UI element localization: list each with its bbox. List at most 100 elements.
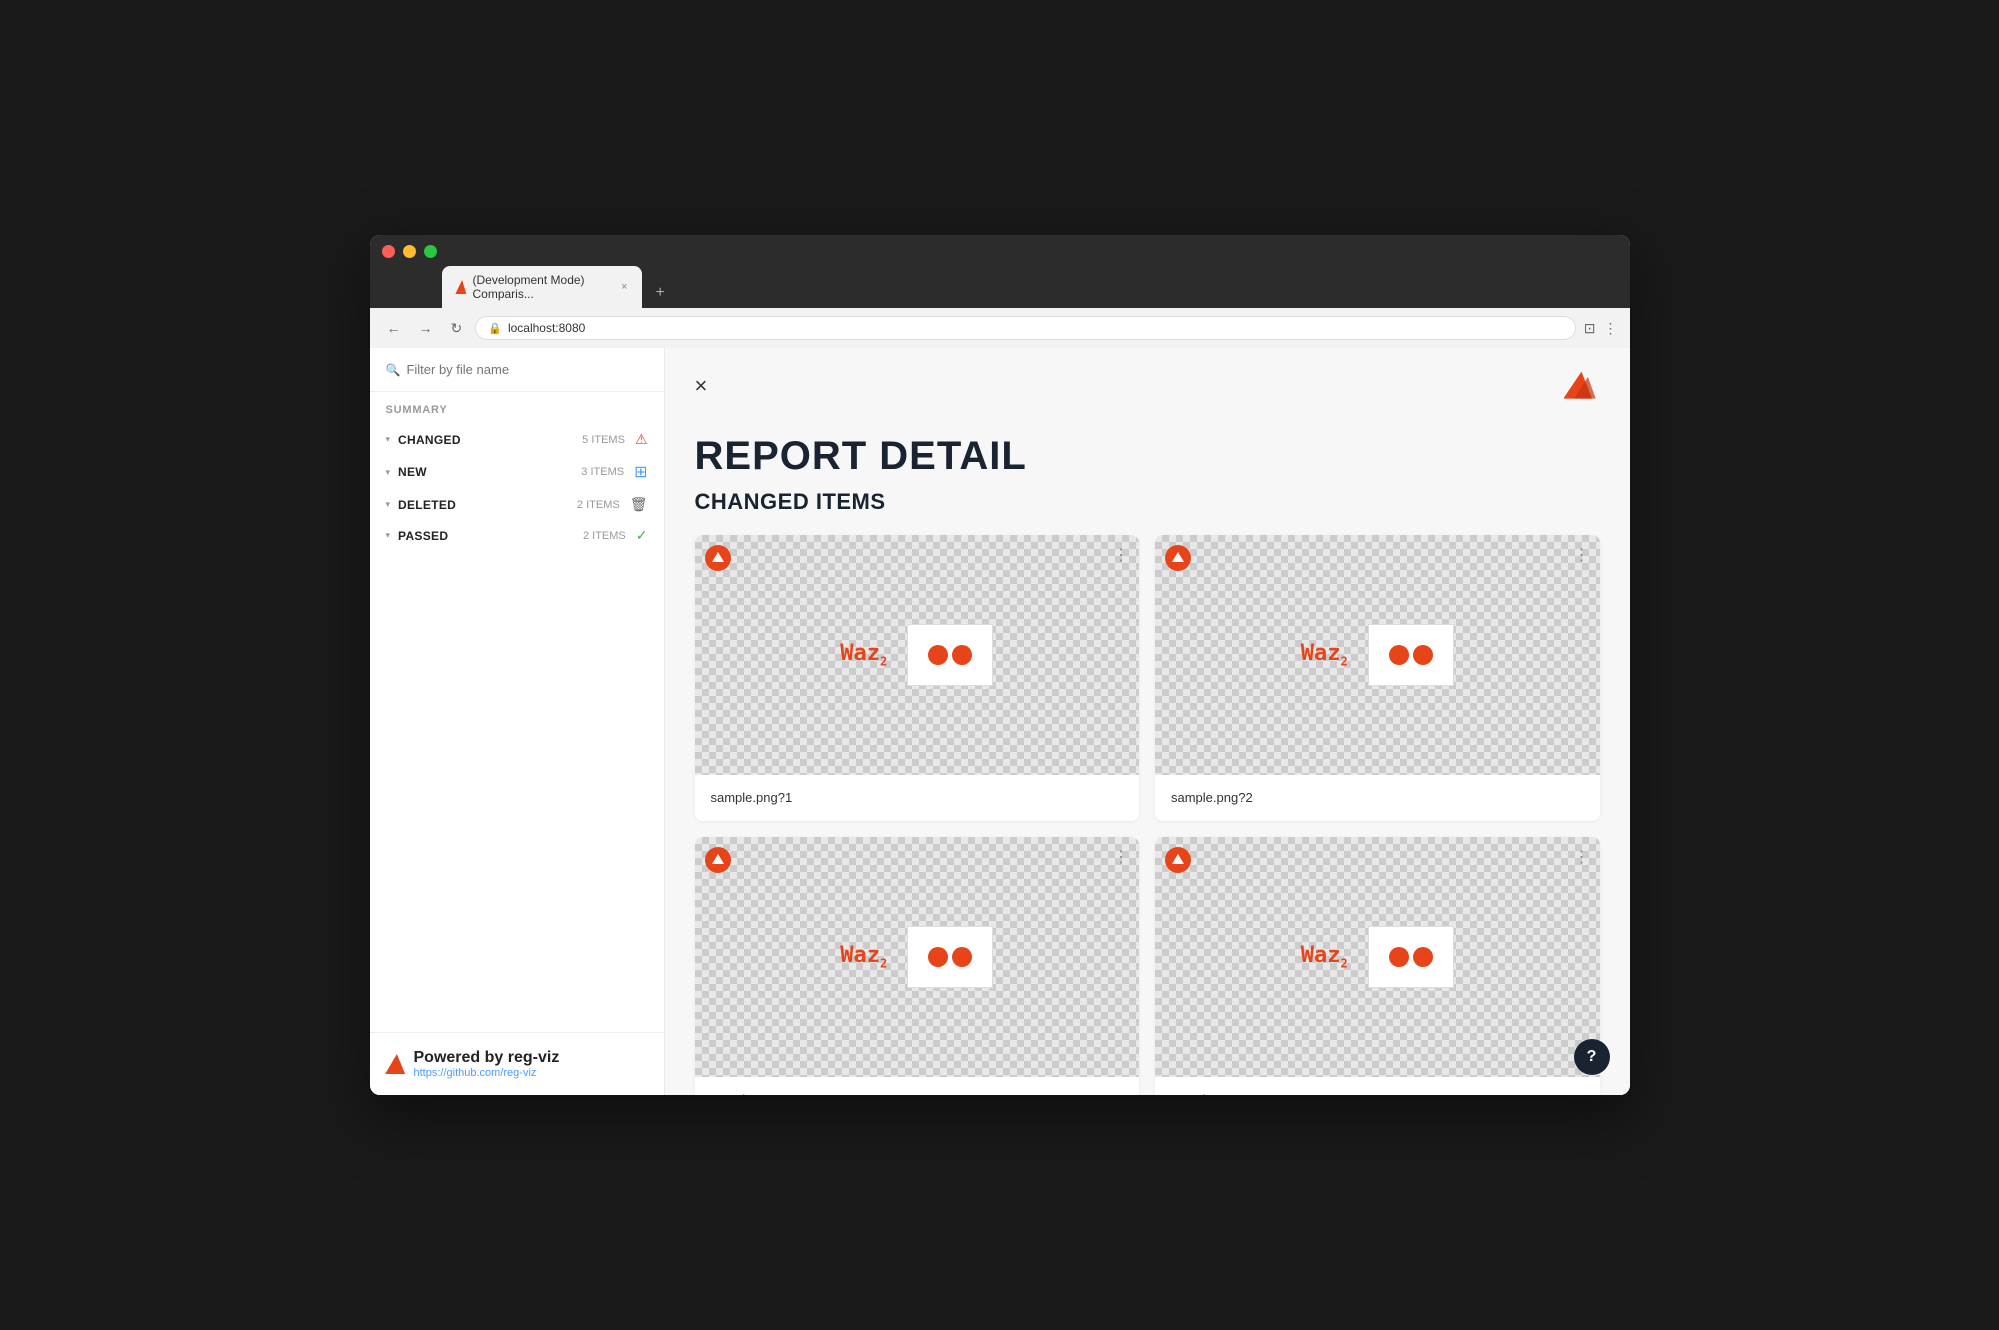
extensions-icon[interactable]: ⊡ <box>1584 320 1596 337</box>
card-filename: sample.png?1 <box>711 790 793 805</box>
card-footer: sample.png?4 <box>1155 1077 1600 1095</box>
table-row: ⋮ Waz2 <box>695 535 1140 821</box>
circles <box>1389 947 1433 967</box>
footer-link[interactable]: https://github.com/reg-viz <box>414 1067 560 1079</box>
passed-label: PASSED <box>398 529 579 543</box>
search-icon: 🔍 <box>386 363 401 377</box>
address-bar[interactable]: 🔒 localhost:8080 <box>475 316 1576 340</box>
close-button[interactable]: × <box>695 375 708 397</box>
address-text: localhost:8080 <box>508 321 585 335</box>
card-image-area: ⋮ Waz2 <box>1155 535 1600 775</box>
reload-button[interactable]: ↻ <box>446 318 468 339</box>
preview-left: Waz2 <box>1301 624 1454 686</box>
menu-icon[interactable]: ⋮ <box>1604 320 1618 337</box>
deleted-count: 2 ITEMS <box>577 499 620 511</box>
table-row: ⋮ Waz2 <box>1155 837 1600 1095</box>
help-button[interactable]: ? <box>1574 1039 1610 1075</box>
tab-close-btn[interactable]: × <box>621 281 627 293</box>
circles <box>928 947 972 967</box>
sidebar-search: 🔍 <box>370 348 664 392</box>
cards-grid: ⋮ Waz2 <box>665 535 1630 1095</box>
main-content: × REPORT DETAIL CHANGED ITEMS <box>665 348 1630 1095</box>
table-row: ⋮ Waz2 <box>1155 535 1600 821</box>
tab-bar: (Development Mode) Comparis... × + <box>382 266 1618 308</box>
nav-right: ⊡ ⋮ <box>1584 320 1618 337</box>
changed-badge <box>1165 847 1191 873</box>
preview-box <box>907 624 993 686</box>
circle-1 <box>928 947 948 967</box>
preview-box <box>1368 624 1454 686</box>
sidebar-item-deleted[interactable]: ▾ DELETED 2 ITEMS 🗑 <box>386 489 648 520</box>
summary-section: SUMMARY ▾ CHANGED 5 ITEMS ⚠ ▾ NEW 3 ITEM… <box>370 392 664 551</box>
report-title: REPORT DETAIL <box>695 434 1600 479</box>
changed-count: 5 ITEMS <box>582 434 625 446</box>
changed-label: CHANGED <box>398 433 578 447</box>
sidebar-footer: Powered by reg-viz https://github.com/re… <box>370 1032 664 1095</box>
card-preview: Waz2 <box>728 855 1106 1059</box>
preview-left: Waz2 <box>840 624 993 686</box>
nav-bar: ← → ↻ 🔒 localhost:8080 ⊡ ⋮ <box>370 308 1630 348</box>
circles <box>1389 645 1433 665</box>
badge-triangle <box>712 854 724 864</box>
new-tab-btn[interactable]: + <box>646 278 675 308</box>
circles <box>928 645 972 665</box>
card-filename: sample.png?2 <box>1171 790 1253 805</box>
summary-label: SUMMARY <box>386 404 648 416</box>
active-tab[interactable]: (Development Mode) Comparis... × <box>442 266 642 308</box>
table-row: ⋮ Waz2 <box>695 837 1140 1095</box>
changed-badge <box>705 545 731 571</box>
card-menu-button[interactable]: ⋮ <box>1574 545 1590 565</box>
sidebar-item-passed[interactable]: ▾ PASSED 2 ITEMS ✓ <box>386 520 648 551</box>
browser-window: (Development Mode) Comparis... × + ← → ↻… <box>370 235 1630 1095</box>
passed-count: 2 ITEMS <box>583 530 626 542</box>
text-shape: Waz2 <box>840 943 887 970</box>
preview-box <box>1368 926 1454 988</box>
forward-button[interactable]: → <box>414 318 438 338</box>
text-shape: Waz2 <box>1301 641 1348 668</box>
search-wrap: 🔍 <box>386 362 648 377</box>
badge-triangle <box>1172 854 1184 864</box>
card-preview: Waz2 <box>728 553 1106 757</box>
chevron-passed: ▾ <box>386 530 391 541</box>
app-layout: 🔍 SUMMARY ▾ CHANGED 5 ITEMS ⚠ ▾ NEW 3 I <box>370 348 1630 1095</box>
sidebar-item-new[interactable]: ▾ NEW 3 ITEMS ⊞ <box>386 455 648 489</box>
header-logo <box>1564 368 1600 404</box>
chevron-deleted: ▾ <box>386 499 391 510</box>
card-image-area: ⋮ Waz2 <box>1155 837 1600 1077</box>
card-preview: Waz2 <box>1188 855 1566 1059</box>
preview-box <box>907 926 993 988</box>
deleted-label: DELETED <box>398 498 573 512</box>
lock-icon: 🔒 <box>488 322 502 335</box>
preview-left: Waz2 <box>1301 926 1454 988</box>
card-menu-button[interactable]: ⋮ <box>1574 847 1590 867</box>
minimize-dot[interactable] <box>403 245 416 258</box>
badge-triangle <box>712 552 724 562</box>
warning-icon: ⚠ <box>635 431 648 448</box>
card-footer: sample.png?3 <box>695 1077 1140 1095</box>
card-preview: Waz2 <box>1188 553 1566 757</box>
tab-favicon <box>455 280 467 294</box>
preview-left: Waz2 <box>840 926 993 988</box>
new-count: 3 ITEMS <box>581 466 624 478</box>
card-menu-button[interactable]: ⋮ <box>1113 545 1129 565</box>
circle-2 <box>952 947 972 967</box>
sidebar-item-changed[interactable]: ▾ CHANGED 5 ITEMS ⚠ <box>386 424 648 455</box>
card-image-area: ⋮ Waz2 <box>695 535 1140 775</box>
circle-1 <box>1389 947 1409 967</box>
delete-icon: 🗑 <box>630 496 648 513</box>
text-shape: Waz2 <box>1301 943 1348 970</box>
chevron-new: ▾ <box>386 467 391 478</box>
back-button[interactable]: ← <box>382 318 406 338</box>
card-footer: sample.png?2 <box>1155 775 1600 821</box>
maximize-dot[interactable] <box>424 245 437 258</box>
footer-info: Powered by reg-viz https://github.com/re… <box>414 1049 560 1079</box>
chevron-changed: ▾ <box>386 434 391 445</box>
changed-badge <box>705 847 731 873</box>
passed-icon: ✓ <box>636 527 648 544</box>
card-menu-button[interactable]: ⋮ <box>1113 847 1129 867</box>
text-shape: Waz2 <box>840 641 887 668</box>
new-label: NEW <box>398 465 577 479</box>
close-dot[interactable] <box>382 245 395 258</box>
search-input[interactable] <box>406 362 647 377</box>
sidebar: 🔍 SUMMARY ▾ CHANGED 5 ITEMS ⚠ ▾ NEW 3 I <box>370 348 665 1095</box>
